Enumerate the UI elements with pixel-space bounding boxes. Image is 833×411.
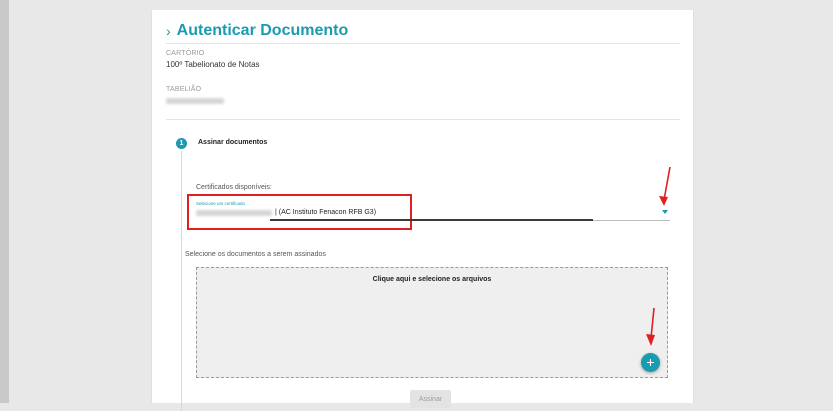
authenticate-document-card: › Autenticar Documento CARTÓRIO 100º Tab… [151,10,694,411]
add-file-button[interactable]: + [641,353,660,372]
window-edge [0,0,9,403]
sign-button[interactable]: Assinar [410,390,451,408]
red-arrow-icon [646,307,655,346]
